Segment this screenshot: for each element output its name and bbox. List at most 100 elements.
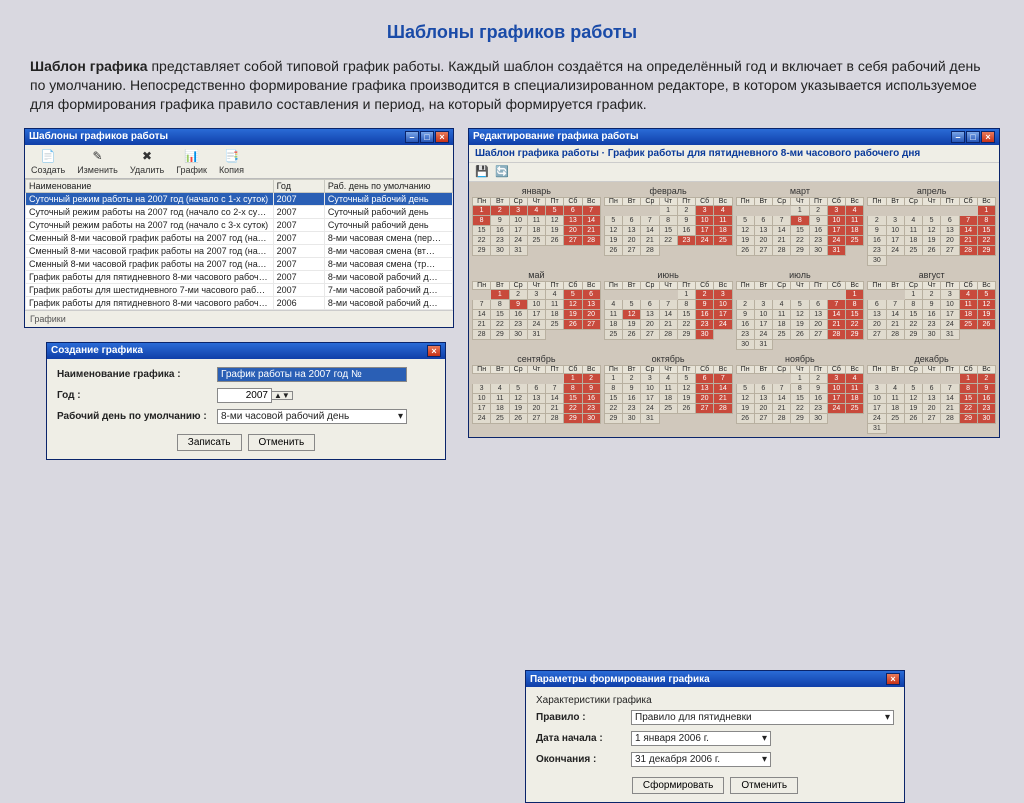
day-cell[interactable]: 29 xyxy=(791,413,809,423)
cancel-button[interactable]: Отменить xyxy=(730,777,798,794)
day-cell[interactable]: 7 xyxy=(773,215,791,225)
day-cell[interactable]: 23 xyxy=(809,235,827,245)
col-name[interactable]: Наименование xyxy=(26,179,274,192)
day-cell[interactable]: 9 xyxy=(923,299,941,309)
day-cell[interactable]: 4 xyxy=(904,215,922,225)
day-cell[interactable]: 21 xyxy=(659,319,677,329)
day-cell[interactable]: 16 xyxy=(809,393,827,403)
day-cell[interactable]: 31 xyxy=(868,423,886,433)
day-cell[interactable]: 30 xyxy=(977,413,995,423)
day-cell[interactable]: 11 xyxy=(714,215,732,225)
day-cell[interactable]: 1 xyxy=(659,205,677,215)
params-titlebar[interactable]: Параметры формирования графика × xyxy=(526,671,904,687)
day-cell[interactable]: 28 xyxy=(941,413,959,423)
day-cell[interactable]: 17 xyxy=(941,309,959,319)
day-cell[interactable]: 11 xyxy=(886,393,904,403)
day-cell[interactable]: 24 xyxy=(754,329,772,339)
day-cell[interactable]: 24 xyxy=(473,413,491,423)
day-cell[interactable]: 20 xyxy=(754,403,772,413)
day-cell[interactable]: 24 xyxy=(886,245,904,255)
day-cell[interactable]: 14 xyxy=(773,393,791,403)
day-cell[interactable]: 5 xyxy=(677,373,695,383)
day-cell[interactable]: 22 xyxy=(846,319,864,329)
day-cell[interactable]: 17 xyxy=(754,319,772,329)
day-cell[interactable]: 8 xyxy=(977,215,995,225)
day-cell[interactable]: 6 xyxy=(623,215,641,225)
day-cell[interactable]: 20 xyxy=(641,319,659,329)
day-cell[interactable]: 25 xyxy=(959,319,977,329)
day-cell[interactable]: 16 xyxy=(677,225,695,235)
day-cell[interactable]: 31 xyxy=(527,329,545,339)
select-rule[interactable]: Правило для пятидневки ▾ xyxy=(631,710,894,725)
day-cell[interactable]: 17 xyxy=(641,393,659,403)
day-cell[interactable]: 17 xyxy=(886,235,904,245)
day-cell[interactable]: 25 xyxy=(904,245,922,255)
day-cell[interactable]: 19 xyxy=(677,393,695,403)
day-cell[interactable]: 12 xyxy=(546,215,564,225)
day-cell[interactable]: 10 xyxy=(886,225,904,235)
day-cell[interactable]: 4 xyxy=(773,299,791,309)
day-cell[interactable]: 6 xyxy=(696,373,714,383)
day-cell[interactable]: 10 xyxy=(827,215,845,225)
day-cell[interactable]: 13 xyxy=(868,309,886,319)
day-cell[interactable]: 23 xyxy=(491,235,509,245)
day-cell[interactable]: 20 xyxy=(564,225,582,235)
day-cell[interactable]: 2 xyxy=(977,373,995,383)
day-cell[interactable]: 24 xyxy=(509,235,527,245)
day-cell[interactable]: 14 xyxy=(582,215,600,225)
day-cell[interactable]: 17 xyxy=(473,403,491,413)
day-cell[interactable]: 15 xyxy=(791,393,809,403)
day-cell[interactable]: 17 xyxy=(714,309,732,319)
day-cell[interactable]: 3 xyxy=(641,373,659,383)
day-cell[interactable]: 10 xyxy=(473,393,491,403)
day-cell[interactable]: 27 xyxy=(527,413,545,423)
select-defday[interactable]: 8-ми часовой рабочий день ▾ xyxy=(217,409,407,424)
day-cell[interactable]: 24 xyxy=(641,403,659,413)
day-cell[interactable]: 26 xyxy=(546,235,564,245)
day-cell[interactable]: 17 xyxy=(527,309,545,319)
day-cell[interactable]: 15 xyxy=(904,309,922,319)
day-cell[interactable]: 23 xyxy=(509,319,527,329)
day-cell[interactable]: 26 xyxy=(791,329,809,339)
day-cell[interactable]: 29 xyxy=(491,329,509,339)
day-cell[interactable]: 5 xyxy=(509,383,527,393)
day-cell[interactable]: 16 xyxy=(736,319,754,329)
day-cell[interactable]: 11 xyxy=(546,299,564,309)
day-cell[interactable]: 5 xyxy=(977,289,995,299)
day-cell[interactable]: 4 xyxy=(714,205,732,215)
graphic-button[interactable]: 📊График xyxy=(174,147,209,176)
day-cell[interactable]: 14 xyxy=(641,225,659,235)
day-cell[interactable]: 9 xyxy=(509,299,527,309)
day-cell[interactable]: 8 xyxy=(959,383,977,393)
day-cell[interactable]: 30 xyxy=(809,245,827,255)
day-cell[interactable]: 4 xyxy=(546,289,564,299)
day-cell[interactable]: 28 xyxy=(773,245,791,255)
day-cell[interactable]: 10 xyxy=(509,215,527,225)
day-cell[interactable]: 4 xyxy=(959,289,977,299)
day-cell[interactable]: 12 xyxy=(677,383,695,393)
day-cell[interactable]: 7 xyxy=(959,215,977,225)
day-cell[interactable]: 26 xyxy=(509,413,527,423)
day-cell[interactable]: 31 xyxy=(941,329,959,339)
day-cell[interactable]: 3 xyxy=(868,383,886,393)
day-cell[interactable]: 5 xyxy=(736,383,754,393)
day-cell[interactable]: 22 xyxy=(791,403,809,413)
day-cell[interactable]: 3 xyxy=(941,289,959,299)
day-cell[interactable]: 22 xyxy=(677,319,695,329)
day-cell[interactable]: 11 xyxy=(773,309,791,319)
day-cell[interactable]: 11 xyxy=(527,215,545,225)
maximize-icon[interactable]: □ xyxy=(966,131,980,143)
day-cell[interactable]: 11 xyxy=(846,383,864,393)
day-cell[interactable]: 6 xyxy=(641,299,659,309)
day-cell[interactable]: 19 xyxy=(564,309,582,319)
day-cell[interactable]: 4 xyxy=(886,383,904,393)
day-cell[interactable]: 15 xyxy=(473,225,491,235)
day-cell[interactable]: 6 xyxy=(941,215,959,225)
day-cell[interactable]: 18 xyxy=(886,403,904,413)
table-row[interactable]: Сменный 8-ми часовой график работы на 20… xyxy=(26,231,453,244)
templates-grid[interactable]: Наименование Год Раб. день по умолчанию … xyxy=(25,179,453,310)
day-cell[interactable]: 27 xyxy=(868,329,886,339)
day-cell[interactable]: 25 xyxy=(714,235,732,245)
day-cell[interactable]: 16 xyxy=(582,393,600,403)
day-cell[interactable]: 29 xyxy=(977,245,995,255)
